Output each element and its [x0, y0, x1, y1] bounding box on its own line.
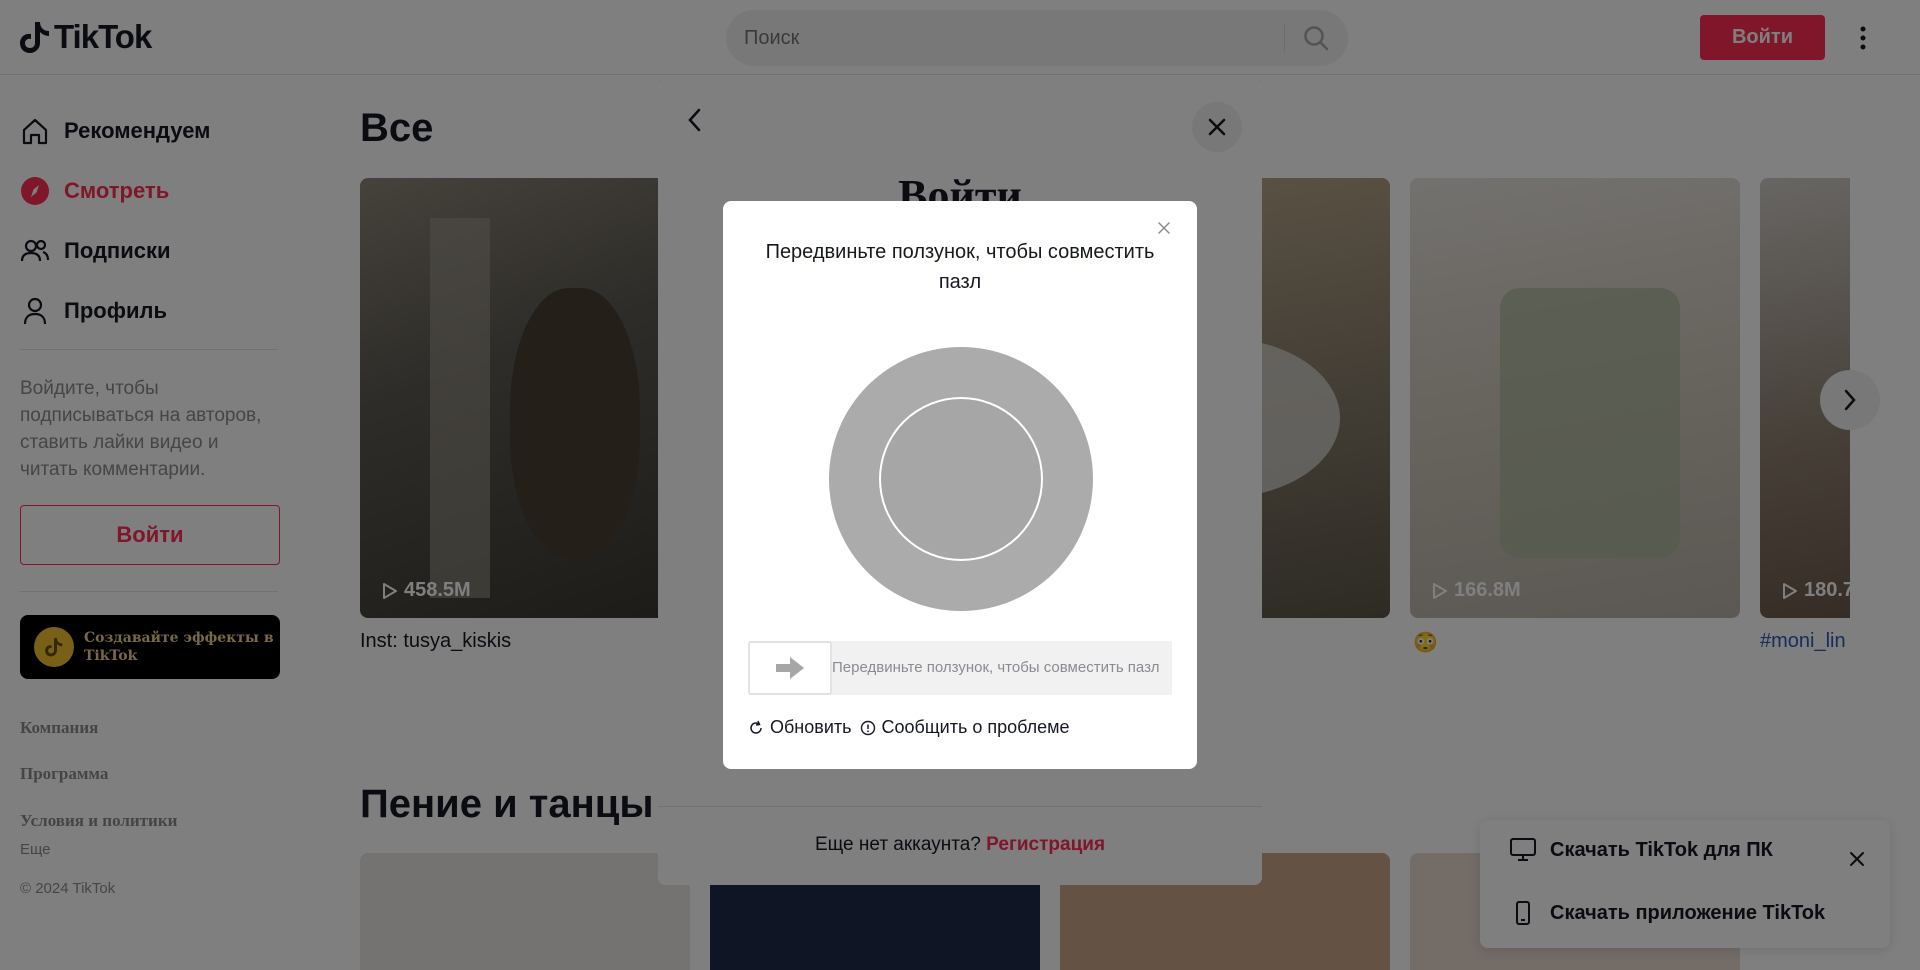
captcha-refresh-button[interactable]: Обновить: [748, 717, 852, 738]
captcha-report-button[interactable]: Сообщить о проблеме: [860, 717, 1070, 738]
captcha-close-button[interactable]: [1153, 217, 1175, 239]
captcha-puzzle-image: [829, 347, 1093, 611]
refresh-icon: [750, 720, 762, 734]
captcha-dialog: Передвиньте ползунок, чтобы совместить п…: [723, 201, 1197, 769]
captcha-slider-handle[interactable]: [748, 641, 832, 695]
captcha-puzzle-piece: [879, 397, 1043, 561]
arrow-right-icon: [776, 657, 804, 679]
captcha-slider-track[interactable]: Передвиньте ползунок, чтобы совместить п…: [748, 641, 1172, 695]
close-icon: [1158, 222, 1170, 234]
captcha-title: Передвиньте ползунок, чтобы совместить п…: [765, 241, 1155, 293]
info-icon: [860, 720, 875, 735]
captcha-slider-hint: Передвиньте ползунок, чтобы совместить п…: [832, 659, 1160, 676]
captcha-actions: Обновить Сообщить о проблеме: [748, 717, 1070, 738]
